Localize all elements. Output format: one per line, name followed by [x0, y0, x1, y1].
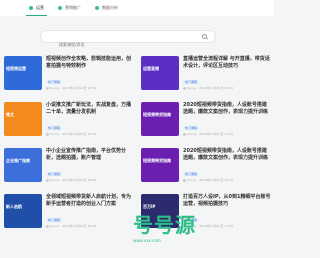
avatar-icon: [46, 132, 49, 136]
meta-text: Sunny · 2023年11月21日 15:00: [187, 178, 234, 182]
article-title[interactable]: 打造百万人设IP，从0到1精细平台账号运营，视频拍摄技巧: [183, 194, 271, 208]
avatar-icon: [46, 178, 49, 182]
tab-operation[interactable]: 运营: [26, 0, 47, 16]
article-card[interactable]: 推文 小说推文推广新玩法，实战复盘，万播二十单，流量分发机制热门课程 Sunny ·…: [4, 102, 132, 146]
meta-text: Sunny · 2023年11月21日 12:00: [50, 132, 97, 136]
thumbnail-caption: 百万IP: [143, 204, 156, 209]
article-tag: 热门课程: [46, 218, 63, 222]
article-tag: 热门课程: [46, 80, 63, 84]
article-thumbnail[interactable]: 短视频带货指南: [141, 148, 179, 182]
thumbnail-caption: 运营直播: [143, 66, 159, 71]
thumbnail-caption: 短视频带货指南: [143, 158, 171, 163]
article-thumbnail[interactable]: 短视频运营: [4, 56, 42, 90]
avatar-icon: [183, 178, 186, 182]
page-root: 运营 营销推广 数据分析 短视频运营 短视频创作全攻略，剪辑技能运用，创意拍摄与特…: [0, 0, 274, 258]
category-icon: [29, 5, 33, 10]
category-tabs: 运营 营销推广 数据分析: [0, 0, 274, 16]
meta-text: Sunny · 2023年11月21日 10:30: [50, 86, 97, 90]
watermark-url: www.xxx.com: [133, 238, 161, 243]
article-card[interactable]: 运营直播 直播运营全流程详解 与开直播，带货话术设计，评论区互动技巧热门课程 Sun…: [141, 56, 271, 100]
article-meta: Sunny · 2023年11月21日 13:00: [183, 132, 233, 136]
tab-analytics[interactable]: 数据分析: [92, 0, 121, 16]
article-tag: 热门课程: [183, 172, 200, 176]
article-title[interactable]: 2020短视频带货指南，人设账号搭建选题，爆款文案创作，表现力提升训练: [183, 102, 271, 116]
article-meta: Sunny · 2023年11月21日 11:00: [183, 86, 233, 90]
article-title[interactable]: 直播运营全流程详解 与开直播，带货话术设计，评论区互动技巧: [183, 56, 271, 70]
article-thumbnail[interactable]: 运营直播: [141, 56, 179, 90]
avatar-icon: [46, 224, 49, 228]
article-thumbnail[interactable]: 短视频带货指南: [141, 102, 179, 136]
search-bar: [40, 30, 216, 50]
category-icon: [58, 6, 62, 10]
tab-label: 数据分析: [102, 5, 118, 10]
thumbnail-caption: 短视频带货指南: [143, 112, 171, 117]
article-title[interactable]: 短视频创作全攻略，剪辑技能运用，创意拍摄与特效制作: [46, 56, 134, 70]
article-thumbnail[interactable]: 推文: [4, 102, 42, 136]
article-tag: 热门课程: [46, 126, 63, 130]
search-input[interactable]: [41, 39, 191, 50]
article-card[interactable]: 短视频带货指南 2020短视频带货指南，人设账号搭建选题，爆款文案创作，表现力提升…: [141, 148, 269, 192]
watermark-text: 号号源: [133, 213, 196, 237]
thumbnail-caption: 新人启航: [6, 204, 22, 209]
meta-text: Sunny · 2023年11月21日 13:00: [187, 132, 234, 136]
article-title[interactable]: 中小企业宣传推广指南，平台优势分析，选题拍摄，账户管理: [46, 148, 134, 162]
article-title[interactable]: 2020短视频带货指南，人设账号搭建选题，爆款文案创作，表现力提升训练: [183, 148, 271, 162]
thumbnail-caption: 推文: [6, 112, 14, 117]
article-meta: Sunny · 2023年11月21日 14:00: [46, 178, 96, 182]
article-thumbnail[interactable]: 企业推广指南: [4, 148, 42, 182]
article-title[interactable]: 小说推文推广新玩法，实战复盘，万播二十单，流量分发机制: [46, 102, 134, 116]
watermark-logo: 号号源 www.xxx.com: [133, 212, 271, 252]
article-card[interactable]: 短视频带货指南 2020短视频带货指南，人设账号搭建选题，爆款文案创作，表现力提升…: [141, 102, 269, 146]
article-title[interactable]: 全领域短视频带货新人启航计划，专为新手运营者打造的创业入门方案: [46, 194, 134, 208]
thumbnail-caption: 短视频运营: [6, 66, 26, 71]
article-tag: 热门课程: [183, 80, 200, 84]
article-meta: Sunny · 2023年11月21日 15:00: [183, 178, 233, 182]
meta-text: Sunny · 2023年11月21日 11:00: [187, 86, 234, 90]
meta-text: Sunny · 2023年11月21日 16:00: [50, 224, 97, 228]
category-icon: [95, 6, 99, 10]
article-meta: Sunny · 2023年11月21日 16:00: [46, 224, 96, 228]
thumbnail-caption: 企业推广指南: [6, 158, 30, 163]
tab-marketing[interactable]: 营销推广: [55, 0, 84, 16]
article-meta: Sunny · 2023年11月21日 10:30: [46, 86, 96, 90]
article-meta: Sunny · 2023年11月21日 12:00: [46, 132, 96, 136]
search-icon[interactable]: [202, 34, 207, 39]
tab-label: 营销推广: [65, 5, 81, 10]
article-card[interactable]: 企业推广指南 中小企业宣传推广指南，平台优势分析，选题拍摄，账户管理热门课程 Sun…: [4, 148, 132, 192]
article-tag: 热门课程: [183, 126, 200, 130]
avatar-icon: [183, 86, 186, 90]
article-thumbnail[interactable]: 新人启航: [4, 194, 42, 228]
tab-label: 运营: [36, 4, 44, 10]
avatar-icon: [46, 86, 49, 90]
article-tag: 热门课程: [46, 172, 63, 176]
article-card[interactable]: 短视频运营 短视频创作全攻略，剪辑技能运用，创意拍摄与特效制作热门课程 Sunny …: [4, 56, 132, 100]
avatar-icon: [183, 132, 186, 136]
meta-text: Sunny · 2023年11月21日 14:00: [50, 178, 97, 182]
article-card[interactable]: 新人启航 全领域短视频带货新人启航计划，专为新手运营者打造的创业入门方案热门课程 S…: [4, 194, 132, 238]
